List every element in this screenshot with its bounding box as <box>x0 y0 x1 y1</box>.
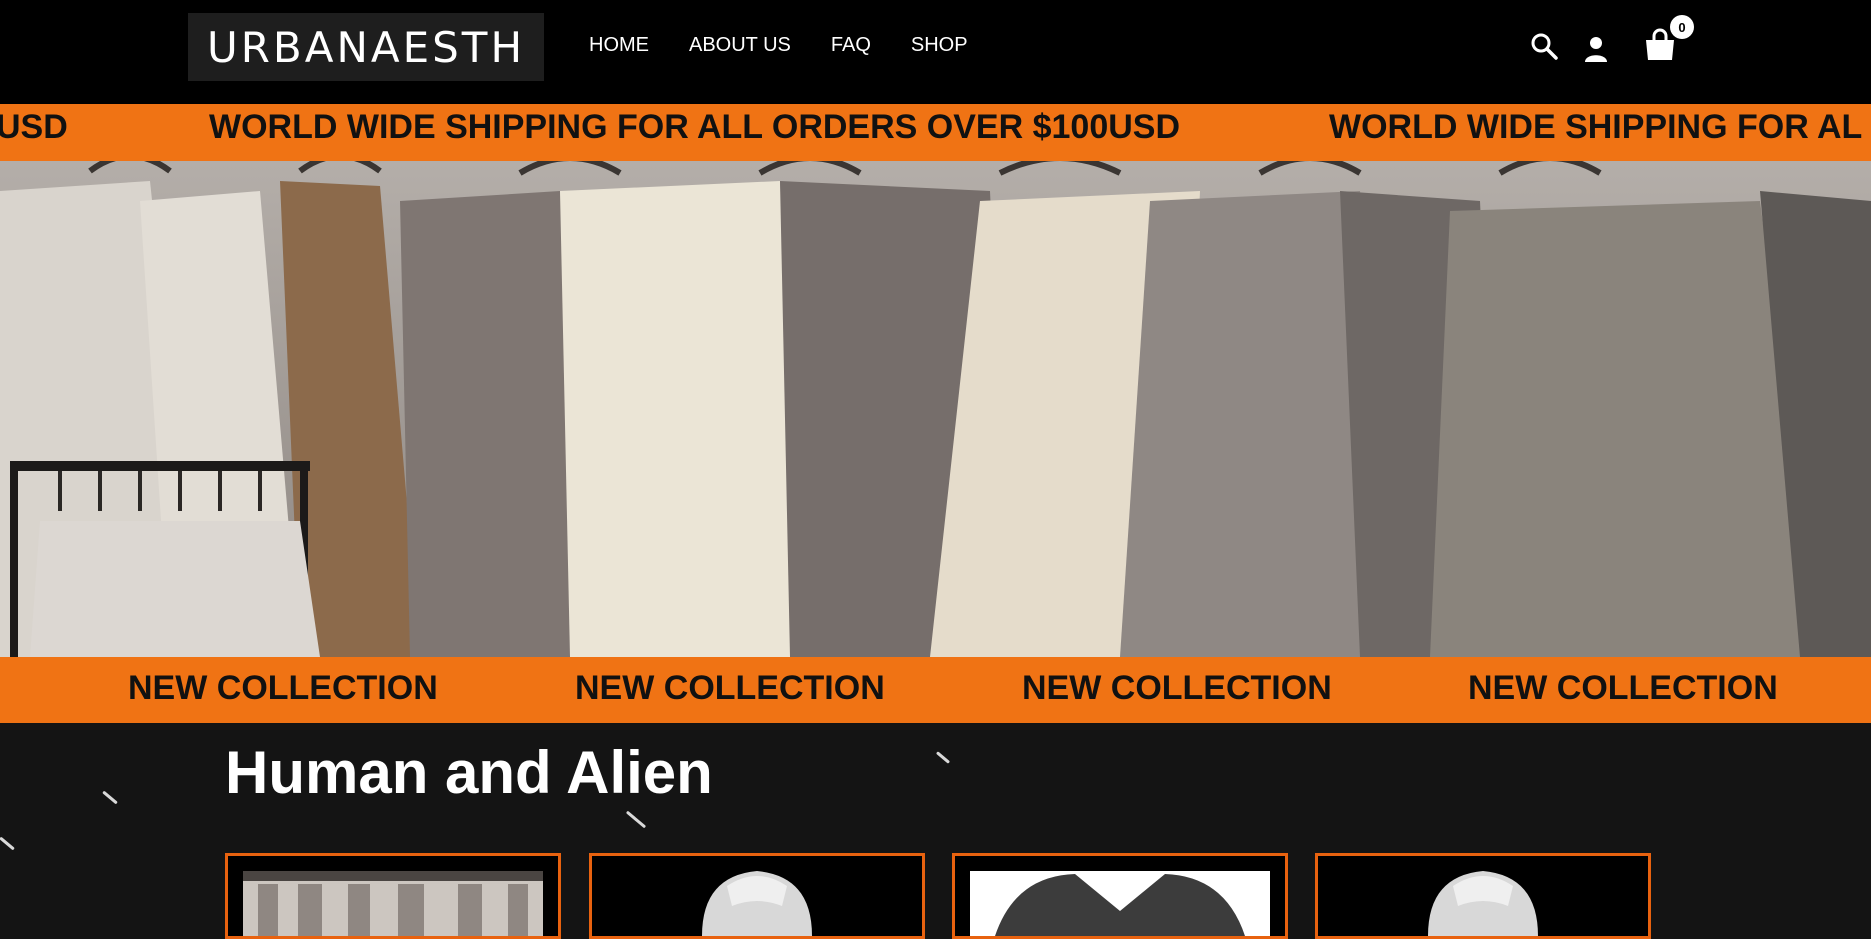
user-icon[interactable] <box>1584 36 1608 62</box>
nav-shop[interactable]: SHOP <box>911 34 968 57</box>
announcement-fragment-left: USD <box>0 108 68 146</box>
product-card[interactable] <box>589 853 925 939</box>
collection-bar: NEW COLLECTION NEW COLLECTION NEW COLLEC… <box>0 657 1871 723</box>
nav-faq[interactable]: FAQ <box>831 34 871 57</box>
cart-count-badge: 0 <box>1670 15 1694 39</box>
product-card[interactable] <box>225 853 561 939</box>
logo-text: URBANAESTH <box>206 22 526 72</box>
collection-label: NEW COLLECTION <box>128 669 438 707</box>
decorative-streak <box>935 751 951 764</box>
main-nav: HOME ABOUT US FAQ SHOP <box>589 34 968 57</box>
announcement-fragment-right: WORLD WIDE SHIPPING FOR AL <box>1329 108 1863 146</box>
section-title: Human and Alien <box>225 739 713 806</box>
product-card[interactable] <box>1315 853 1651 939</box>
hero-image <box>0 161 1871 657</box>
site-header: URBANAESTH HOME ABOUT US FAQ SHOP 0 <box>0 0 1871 104</box>
product-card[interactable] <box>952 853 1288 939</box>
decorative-streak <box>102 790 118 805</box>
decorative-streak <box>0 836 15 851</box>
announcement-text: WORLD WIDE SHIPPING FOR ALL ORDERS OVER … <box>209 108 1181 146</box>
decorative-streak <box>625 810 647 829</box>
announcement-bar: USD WORLD WIDE SHIPPING FOR ALL ORDERS O… <box>0 104 1871 161</box>
search-icon[interactable] <box>1530 32 1558 60</box>
nav-about-us[interactable]: ABOUT US <box>689 34 791 57</box>
collection-label: NEW COLLECTION <box>1022 669 1332 707</box>
collection-label: NEW COLLECTION <box>1468 669 1778 707</box>
site-logo[interactable]: URBANAESTH <box>188 13 544 81</box>
nav-home[interactable]: HOME <box>589 34 649 57</box>
collection-label: NEW COLLECTION <box>575 669 885 707</box>
